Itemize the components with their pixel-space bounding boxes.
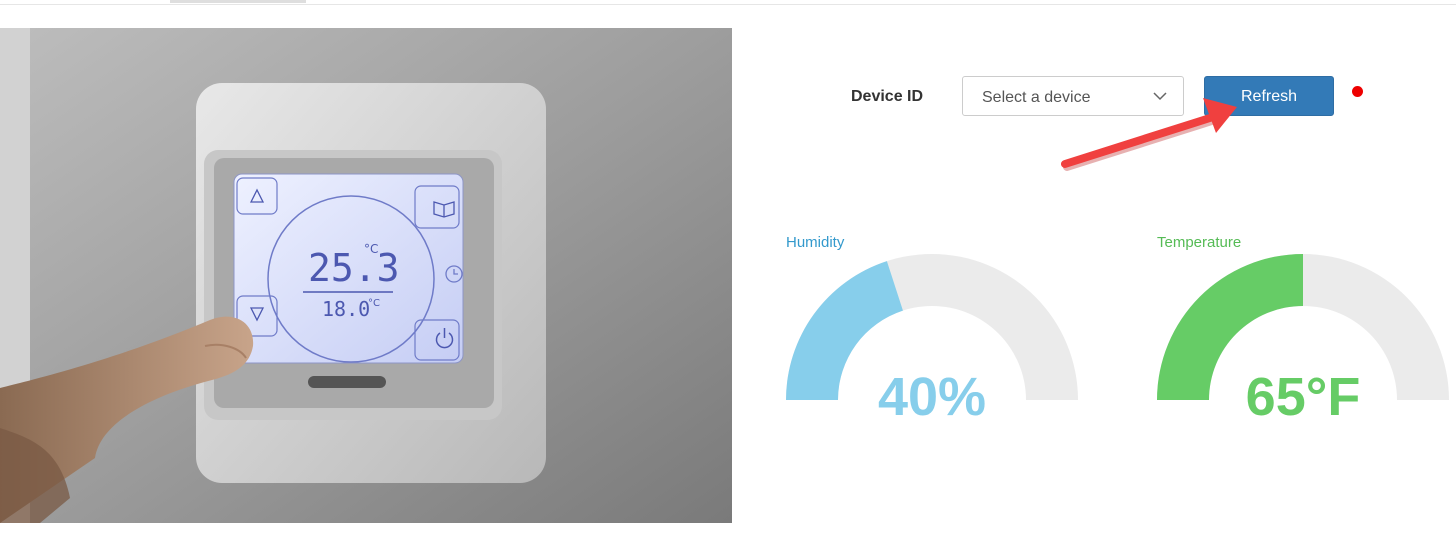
humidity-gauge-title: Humidity	[786, 234, 845, 251]
status-indicator-dot	[1352, 86, 1363, 97]
thermostat-main-reading: 25.3	[308, 246, 400, 290]
thermostat-unit-main: °C	[364, 242, 378, 256]
temperature-value: 65°F	[1245, 367, 1361, 427]
thermostat-set-reading: 18.0	[322, 297, 370, 321]
arrow-annotation-icon	[1061, 98, 1237, 171]
device-id-label: Device ID	[851, 88, 924, 105]
temperature-gauge-title: Temperature	[1157, 234, 1242, 251]
top-border	[0, 0, 1456, 5]
thermostat-photo: 25.3 °C 18.0 °C	[0, 28, 732, 523]
thermostat-unit-set: °C	[368, 298, 380, 309]
active-tab-indicator	[170, 0, 306, 3]
humidity-value: 40%	[877, 367, 987, 427]
